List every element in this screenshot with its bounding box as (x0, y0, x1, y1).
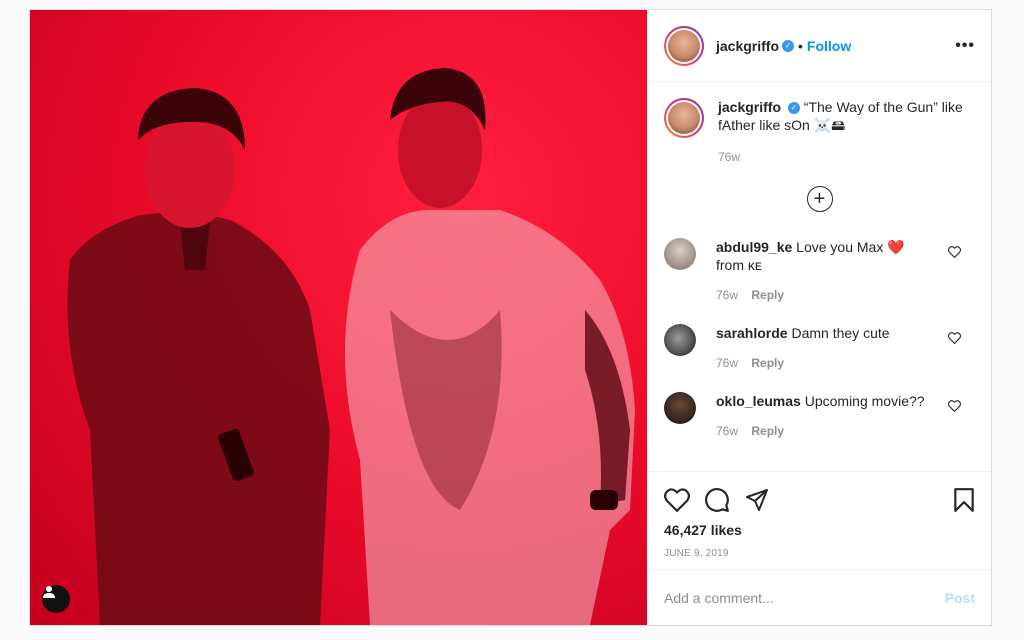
like-heart-icon[interactable] (664, 488, 690, 512)
avatar-inner (666, 27, 702, 64)
caption-time[interactable]: 76w (718, 148, 968, 166)
post-comment-button[interactable]: Post (945, 590, 975, 606)
like-comment-heart-icon[interactable] (948, 246, 961, 258)
reply-button[interactable]: Reply (751, 288, 784, 302)
like-comment-heart-icon[interactable] (948, 332, 961, 344)
author-username[interactable]: jackgriffo (716, 38, 779, 54)
avatar-image (668, 29, 700, 62)
post-actions: 46,427 likes JUNE 9, 2019 (648, 471, 991, 569)
tagged-people-button[interactable] (42, 585, 70, 613)
post-date[interactable]: JUNE 9, 2019 (664, 548, 975, 559)
comment-time[interactable]: 76w (716, 356, 738, 370)
comment-time[interactable]: 76w (716, 424, 738, 438)
comments-section: jackgriffo ✓ “The Way of the Gun” like f… (648, 82, 991, 471)
share-paper-plane-icon[interactable] (744, 488, 770, 512)
person-icon (43, 586, 55, 598)
photo-illustration (67, 68, 635, 625)
post-sidebar: jackgriffo ✓ • Follow ••• jackgriffo ✓ “… (647, 10, 991, 625)
comment-item: oklo_leumas Upcoming movie?? 76w Reply (664, 392, 975, 440)
comment-bubble-icon[interactable] (704, 487, 730, 513)
author-avatar[interactable] (664, 25, 704, 66)
post-header: jackgriffo ✓ • Follow ••• (648, 10, 991, 82)
comment-text: Damn they cute (791, 325, 890, 341)
commenter-avatar[interactable] (664, 238, 696, 270)
avatar-inner (666, 100, 702, 136)
comment-text: Upcoming movie?? (804, 393, 925, 409)
caption-avatar[interactable] (664, 98, 704, 138)
comment-item: sarahlorde Damn they cute 76w Reply (664, 324, 975, 372)
caption-body: jackgriffo ✓ “The Way of the Gun” like f… (718, 98, 968, 166)
comment-username[interactable]: sarahlorde (716, 325, 788, 341)
reply-button[interactable]: Reply (751, 424, 784, 438)
post-photo[interactable] (30, 10, 647, 625)
comment-time[interactable]: 76w (716, 288, 738, 302)
comment-body: sarahlorde Damn they cute 76w Reply (716, 324, 926, 372)
comment-body: abdul99_ke Love you Max ❤️ from ᴋᴇ 76w R… (716, 238, 926, 304)
verified-badge-icon: ✓ (782, 39, 795, 52)
add-comment-bar: Post (648, 569, 991, 625)
separator-dot: • (798, 37, 803, 54)
caption-username[interactable]: jackgriffo (718, 99, 781, 115)
avatar-image (668, 102, 700, 134)
reply-button[interactable]: Reply (751, 356, 784, 370)
comment-meta: 76w Reply (716, 422, 926, 440)
load-more-comments-button[interactable]: + (806, 186, 833, 212)
comment-meta: 76w Reply (716, 286, 926, 304)
commenter-avatar[interactable] (664, 324, 696, 356)
comment-body: oklo_leumas Upcoming movie?? 76w Reply (716, 392, 926, 440)
save-bookmark-icon[interactable] (953, 487, 975, 513)
comment-meta: 76w Reply (716, 354, 926, 372)
verified-badge-icon: ✓ (787, 102, 800, 115)
comment-item: abdul99_ke Love you Max ❤️ from ᴋᴇ 76w R… (664, 238, 975, 304)
more-options-icon[interactable]: ••• (955, 37, 975, 55)
likes-count[interactable]: 46,427 likes (664, 522, 975, 538)
action-icons (664, 480, 975, 520)
post-card: jackgriffo ✓ • Follow ••• jackgriffo ✓ “… (29, 9, 992, 626)
comment-input[interactable] (664, 589, 945, 606)
follow-button[interactable]: Follow (807, 38, 851, 54)
comment-username[interactable]: oklo_leumas (716, 393, 801, 409)
comment-username[interactable]: abdul99_ke (716, 239, 792, 255)
like-comment-heart-icon[interactable] (948, 400, 961, 412)
caption: jackgriffo ✓ “The Way of the Gun” like f… (664, 98, 975, 166)
commenter-avatar[interactable] (664, 392, 696, 424)
